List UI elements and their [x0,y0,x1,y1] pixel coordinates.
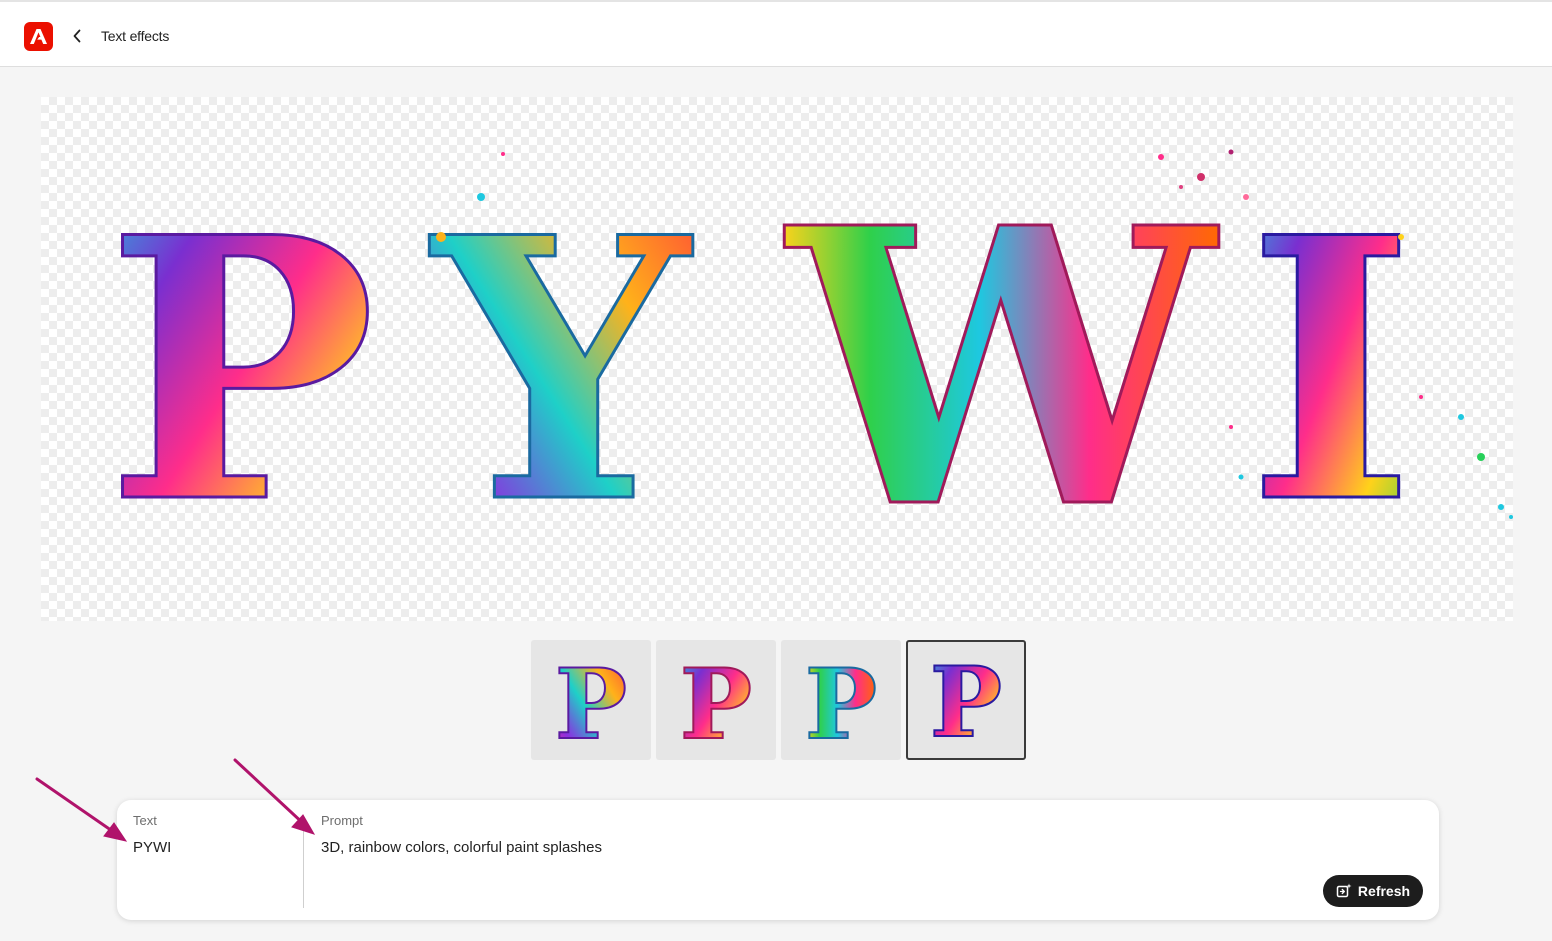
preview-letter-p: P [106,159,377,582]
refresh-button[interactable]: Refresh [1323,875,1423,907]
adobe-logo-icon [30,29,47,44]
effect-input-panel: Text Prompt Refresh [117,800,1439,920]
thumbnail-letter: P [930,646,1002,758]
field-divider [303,830,304,908]
thumbnail-letter: P [680,648,752,758]
effect-preview-canvas: P Y W I [41,97,1513,621]
adobe-express-logo[interactable] [24,22,53,51]
variation-thumbnail-1[interactable]: P [531,640,651,760]
text-field-label: Text [133,813,157,828]
chevron-left-icon [73,29,81,43]
variation-thumbnail-2[interactable]: P [656,640,776,760]
thumbnail-letter: P [805,648,877,758]
thumbnail-letter: P [555,648,627,758]
variation-thumbnails: P P P P [531,640,1026,760]
preview-letter-w: W [782,145,1221,592]
thumbnail-artwork: P [679,647,753,758]
preview-artwork: P Y W I [104,144,1513,594]
annotation-arrow-text [35,777,120,837]
prompt-input[interactable] [321,839,1301,856]
variation-thumbnail-4-selected[interactable]: P [906,640,1026,760]
thumbnail-artwork: P [804,647,878,758]
preview-letter-y: Y [427,159,697,582]
back-button[interactable] [66,24,88,48]
text-input[interactable] [133,839,293,856]
variation-thumbnail-3[interactable]: P [781,640,901,760]
prompt-field-label: Prompt [321,813,363,828]
thumbnail-artwork: P [929,645,1003,758]
refresh-label: Refresh [1357,883,1411,899]
refresh-sparkle-icon [1336,883,1352,898]
page-title: Text effects [101,28,170,44]
thumbnail-artwork: P [554,647,628,758]
preview-letter-i: I [1247,159,1415,582]
top-bar: Text effects [0,0,1552,67]
